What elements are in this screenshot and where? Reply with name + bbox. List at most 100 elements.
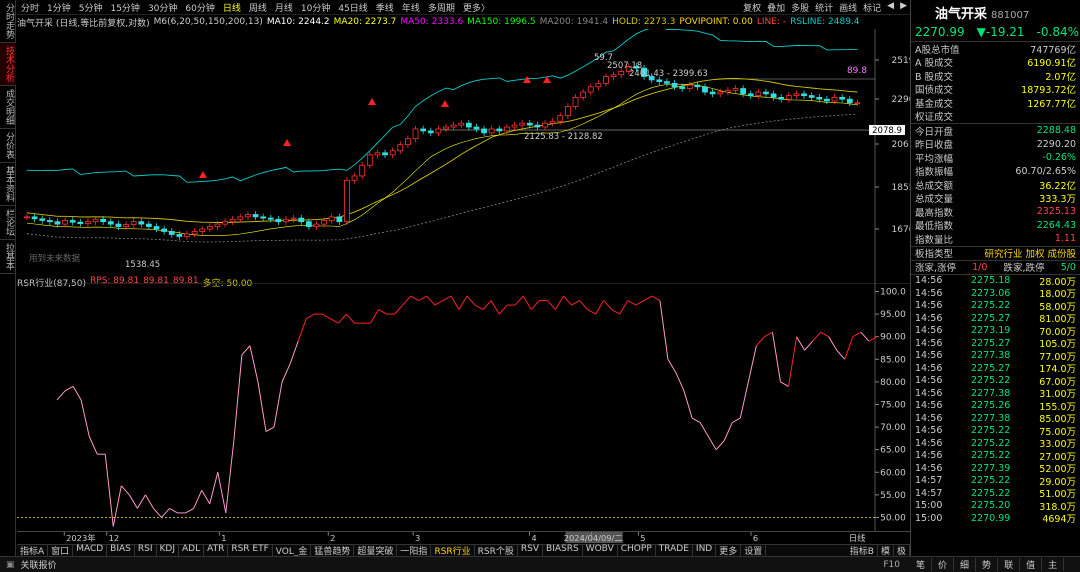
- market-stat-label: A 股成交: [915, 58, 954, 70]
- period-tab-9[interactable]: 10分钟: [297, 1, 334, 14]
- candle: [283, 218, 289, 223]
- toolbar-button-6[interactable]: ◀: [884, 1, 897, 14]
- rsr-segment: [635, 300, 645, 306]
- rsr-segment: [643, 295, 653, 301]
- candle: [176, 234, 183, 237]
- vtab-5[interactable]: 栏论坛: [0, 206, 16, 240]
- period-tab-12[interactable]: 年线: [398, 1, 424, 14]
- trade-volume: 4694万: [1042, 514, 1076, 526]
- candle: [549, 120, 556, 124]
- index-stat-row: 昨日收盘 2290.20: [911, 138, 1080, 152]
- period-tab-11[interactable]: 季线: [372, 1, 398, 14]
- rsr-segment: [185, 507, 194, 514]
- legend-ma50: MA50: 2333.6: [400, 17, 464, 27]
- quote-price-row: 2270.99 ▼-19.21 -0.84%: [911, 22, 1080, 42]
- panel-tab-0[interactable]: 笔: [910, 558, 933, 571]
- rsr-segment: [144, 494, 154, 509]
- index-stat-row: 总成交量 333.3万: [911, 192, 1080, 205]
- vtab-2[interactable]: 成交明细: [0, 86, 16, 129]
- candle: [389, 150, 396, 156]
- rsr-segment: [771, 332, 781, 382]
- period-tab-4[interactable]: 30分钟: [144, 1, 181, 14]
- vtab-6[interactable]: 拉基本: [0, 240, 16, 274]
- market-stat-label: B 股成交: [915, 71, 954, 83]
- period-tab-8[interactable]: 月线: [271, 1, 297, 14]
- rsr-segment: [466, 295, 476, 306]
- period-tab-2[interactable]: 5分钟: [75, 1, 107, 14]
- panel-tab-5[interactable]: 值: [1020, 558, 1043, 571]
- trade-price: 2275.18: [971, 275, 1011, 287]
- rsr-segment: [281, 363, 291, 383]
- status-icon[interactable]: ▣: [0, 560, 21, 570]
- status-left[interactable]: 关联报价: [21, 558, 57, 571]
- vtab-4[interactable]: 基本资料: [0, 163, 16, 206]
- x-axis-period[interactable]: 日线: [849, 533, 866, 543]
- rsr-segment: [587, 309, 596, 315]
- market-stat-value: 747769亿: [1030, 44, 1076, 56]
- x-tick-label: 3: [415, 533, 420, 543]
- candle: [138, 221, 145, 225]
- period-tab-0[interactable]: 分时: [17, 1, 43, 14]
- rsr-segment: [836, 349, 846, 360]
- period-tab-5[interactable]: 60分钟: [181, 1, 218, 14]
- toolbar-button-2[interactable]: 多股: [788, 1, 812, 14]
- rsr-y-tick: 65.00: [880, 446, 906, 456]
- main-grid: 2519 2290 2061 1855 1670 2078.9 89.8: [437, 29, 910, 283]
- rsr-y-tick: 100.0: [880, 288, 906, 298]
- period-tab-3[interactable]: 15分钟: [106, 1, 143, 14]
- index-stat-row: 最低指数 2264.43: [911, 219, 1080, 233]
- rsr-segment: [796, 336, 806, 351]
- candle: [374, 152, 381, 156]
- trade-time: 14:56: [915, 287, 943, 299]
- trade-ticks[interactable]: 14:56 2275.18 28.00万 14:56 2273.06 18.00万 14:5…: [911, 275, 1080, 525]
- panel-tab-1[interactable]: 价: [932, 558, 955, 571]
- candlestick-chart[interactable]: 251922902061185516702078.989.8 59.72507.…: [17, 29, 910, 283]
- rsr-segment: [868, 336, 878, 342]
- rsr-segment: [434, 300, 444, 306]
- period-tab-14[interactable]: 更多〉: [459, 1, 494, 14]
- low-price: 1538.45: [125, 260, 160, 270]
- trade-time: 14:56: [915, 437, 943, 449]
- toolbar-button-7[interactable]: ▶: [897, 1, 910, 14]
- toolbar-button-0[interactable]: 复权: [740, 1, 764, 14]
- panel-tab-2[interactable]: 细: [954, 558, 977, 571]
- board-type-value[interactable]: 研究行业 加权 成份股: [984, 246, 1076, 260]
- y-tick-label: 1855: [892, 183, 910, 193]
- toolbar-button-4[interactable]: 画线: [836, 1, 860, 14]
- vtab-1[interactable]: 技术分析: [0, 43, 16, 86]
- candle: [161, 228, 168, 232]
- rsr-segment: [683, 390, 693, 419]
- panel-tab-3[interactable]: 势: [976, 558, 999, 571]
- candle: [816, 96, 823, 100]
- candle: [610, 74, 617, 77]
- toolbar-button-3[interactable]: 统计: [812, 1, 836, 14]
- rsr-segment: [747, 345, 757, 382]
- vtab-0[interactable]: 分时走势: [0, 0, 16, 43]
- market-stat-row: A 股成交 6190.91亿: [911, 56, 1080, 70]
- limit-up-label: 涨家,涨停: [915, 263, 957, 275]
- vtab-3[interactable]: 分价表: [0, 129, 16, 163]
- period-tab-6[interactable]: 日线: [219, 1, 245, 14]
- main-lines: [26, 29, 858, 243]
- panel-tab-4[interactable]: 联: [998, 558, 1021, 571]
- period-tab-13[interactable]: 多周期: [424, 1, 459, 14]
- trade-row: 15:00 2270.99 4694万: [911, 512, 1080, 526]
- toolbar-button-1[interactable]: 叠加: [764, 1, 788, 14]
- rsr-chart[interactable]: 100.0 95.00 90.00 85.00 80.00 75.00 70.00 65.00…: [17, 283, 910, 531]
- toolbar-button-5[interactable]: 标记: [860, 1, 884, 14]
- candle: [54, 221, 61, 225]
- legend-ma-param[interactable]: M6(6,20,50,150,200,13): [154, 17, 263, 27]
- panel-tab-6[interactable]: 主: [1042, 558, 1065, 571]
- limit-up-value: 1/0: [972, 261, 988, 273]
- period-tab-7[interactable]: 周线: [245, 1, 271, 14]
- index-stats: 今日开盘 2288.48 昨日收盘 2290.20 平均涨幅 -0.26% 指数振幅 60.7…: [911, 124, 1080, 246]
- period-tab-10[interactable]: 45日线: [334, 1, 371, 14]
- rsr-segment: [667, 359, 677, 374]
- candle: [107, 221, 114, 225]
- candle: [275, 218, 282, 223]
- trade-price: 2275.22: [971, 425, 1011, 437]
- period-tab-1[interactable]: 1分钟: [43, 1, 75, 14]
- rsr-segment: [337, 313, 347, 324]
- index-stat-row: 总成交额 36.22亿: [911, 178, 1080, 192]
- trade-time: 15:00: [915, 500, 943, 512]
